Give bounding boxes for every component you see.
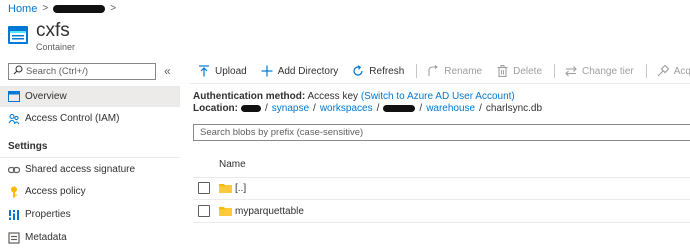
properties-icon: [8, 209, 20, 221]
sidebar-item-access-control[interactable]: Access Control (IAM): [0, 108, 180, 129]
sidebar-search[interactable]: [8, 63, 156, 80]
upload-icon: [198, 65, 210, 77]
blob-prefix-search[interactable]: [193, 124, 690, 141]
collapse-sidebar-icon[interactable]: «: [164, 64, 171, 78]
metadata-icon: [8, 231, 20, 244]
add-directory-label: Add Directory: [277, 65, 339, 77]
location-line: Location: / synapse / workspaces / / war…: [193, 103, 542, 114]
refresh-icon: [352, 65, 364, 77]
row-name[interactable]: myparquettable: [235, 206, 304, 217]
delete-label: Delete: [513, 65, 543, 77]
upload-label: Upload: [215, 65, 247, 77]
trash-icon: [496, 65, 508, 77]
delete-button[interactable]: Delete: [496, 65, 542, 77]
blob-prefix-search-input[interactable]: [200, 127, 680, 138]
people-icon: [8, 113, 20, 125]
breadcrumb: Home > >: [8, 2, 121, 15]
toolbar-divider: [554, 64, 556, 78]
key-icon: [8, 186, 20, 198]
path-link-workspaces[interactable]: workspaces: [320, 103, 373, 114]
refresh-button[interactable]: Refresh: [352, 65, 404, 77]
sidebar-item-label: Overview: [25, 91, 67, 102]
overview-icon: [8, 91, 20, 103]
change-tier-button[interactable]: Change tier: [565, 65, 634, 77]
link-icon: [8, 164, 20, 176]
toolbar-divider: [416, 64, 418, 78]
refresh-label: Refresh: [369, 65, 405, 77]
add-directory-button[interactable]: Add Directory: [261, 65, 339, 77]
path-link-warehouse[interactable]: warehouse: [426, 103, 475, 114]
search-icon: [13, 65, 23, 78]
row-divider: [193, 199, 690, 200]
location-label: Location:: [193, 103, 238, 114]
toolbar-divider: [645, 64, 647, 78]
sidebar-item-label: Metadata: [25, 232, 67, 243]
sidebar-item-properties[interactable]: Properties: [0, 204, 180, 225]
row-checkbox[interactable]: [198, 205, 210, 217]
sidebar-item-access-policy[interactable]: Access policy: [0, 181, 180, 202]
sidebar-item-label: Properties: [25, 209, 71, 220]
path-separator: /: [376, 103, 380, 114]
settings-heading: Settings: [8, 141, 48, 152]
path-separator: /: [313, 103, 316, 114]
toolbar-divider-line: [190, 83, 690, 84]
row-divider: [193, 222, 690, 223]
acquire-lease-button[interactable]: Acquire l: [657, 65, 690, 77]
sidebar-item-label: Access policy: [25, 186, 86, 197]
breadcrumb-separator: >: [42, 3, 49, 14]
table-row[interactable]: myparquettable: [198, 204, 304, 218]
page-subtitle: Container: [36, 42, 76, 52]
page-title: cxfs: [36, 20, 70, 41]
path-separator: /: [265, 103, 268, 114]
auth-method-label: Authentication method:: [193, 91, 306, 102]
path-current: charlsync.db: [485, 103, 543, 114]
sidebar-item-label: Shared access signature: [25, 164, 136, 175]
auth-method-value: Access key: [307, 91, 359, 102]
rename-button[interactable]: Rename: [427, 65, 482, 77]
sidebar-search-input[interactable]: [26, 66, 151, 77]
redacted-location-segment: [241, 105, 261, 112]
upload-button[interactable]: Upload: [198, 65, 247, 77]
acquire-lease-label: Acquire l: [673, 65, 690, 77]
sidebar-item-shared-access-signature[interactable]: Shared access signature: [0, 159, 180, 180]
row-name[interactable]: [..]: [235, 183, 246, 194]
swap-icon: [565, 65, 577, 77]
sidebar-item-metadata[interactable]: Metadata: [0, 227, 180, 248]
redacted-location-segment: [383, 105, 416, 112]
auth-method-line: Authentication method: Access key (Switc…: [193, 91, 515, 102]
row-checkbox[interactable]: [198, 182, 210, 194]
table-row[interactable]: [..]: [198, 181, 246, 195]
page-header: cxfs Container: [8, 20, 75, 53]
folder-icon: [219, 206, 232, 216]
breadcrumb-home-link[interactable]: Home: [8, 3, 37, 15]
sidebar-item-overview[interactable]: Overview: [0, 86, 180, 107]
path-link-synapse[interactable]: synapse: [272, 103, 309, 114]
command-toolbar: Upload Add Directory Refresh Rename Dele…: [198, 62, 690, 80]
switch-auth-link[interactable]: (Switch to Azure AD User Account): [361, 91, 515, 102]
rename-icon: [427, 65, 439, 77]
breadcrumb-separator: >: [110, 3, 117, 14]
path-separator: /: [419, 103, 423, 114]
container-icon: [8, 26, 28, 44]
sidebar-item-label: Access Control (IAM): [25, 113, 120, 124]
redacted-breadcrumb-segment: [53, 4, 106, 13]
plus-icon: [261, 65, 273, 77]
change-tier-label: Change tier: [582, 65, 634, 77]
sidebar-divider: [0, 157, 180, 158]
table-header-divider: [193, 177, 690, 178]
folder-icon: [219, 183, 232, 193]
rename-label: Rename: [444, 65, 483, 77]
name-column-header[interactable]: Name: [219, 159, 246, 170]
path-separator: /: [479, 103, 482, 114]
lease-icon: [657, 65, 669, 77]
